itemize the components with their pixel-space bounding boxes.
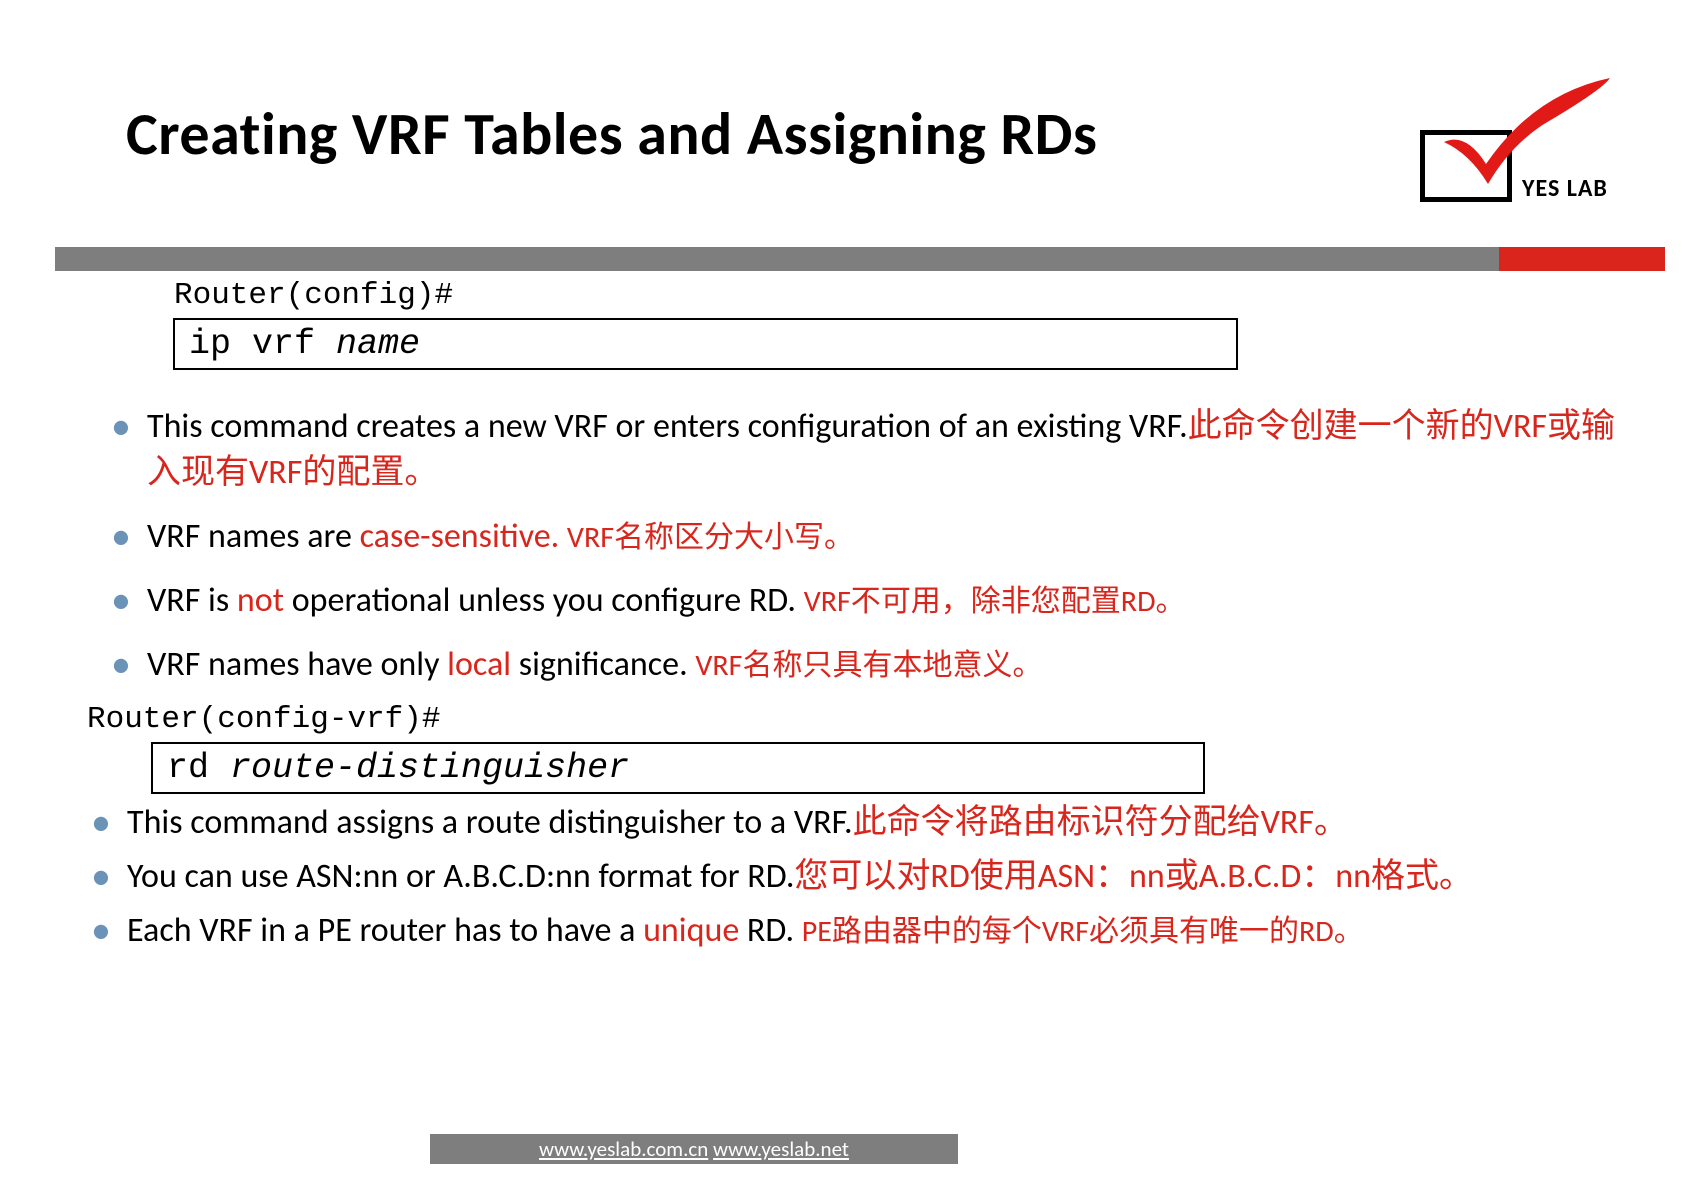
footer-bar: www.yeslab.com.cn www.yeslab.net <box>430 1134 958 1164</box>
cli-command-ip-vrf: ip vrf name <box>173 318 1238 370</box>
bullet-text-zh: VRF不可用，除非您配置RD。 <box>804 583 1186 620</box>
footer-link-2[interactable]: www.yeslab.net <box>713 1136 849 1162</box>
bullet-text-en: Each VRF in a PE router has to have a <box>127 910 643 951</box>
bullet-text-en: VRF names have only <box>147 644 447 685</box>
bullet-text-zh: VRF名称只具有本地意义。 <box>695 647 1042 684</box>
bullet-item: This command assigns a route distinguish… <box>85 800 1643 846</box>
logo: YES LAB <box>1380 84 1648 204</box>
bullet-text-red: unique <box>643 910 747 951</box>
cli-prompt-config-vrf: Router(config-vrf)# <box>87 702 440 737</box>
bullet-text-zh: PE路由器中的每个VRF必须具有唯一的RD。 <box>802 913 1364 950</box>
bullet-item: VRF names are case-sensitive. VRF名称区分大小写… <box>105 514 1623 560</box>
bullet-item: VRF names have only local significance. … <box>105 642 1623 688</box>
slide-title: Creating VRF Tables and Assigning RDs <box>126 98 1097 171</box>
bullet-item: VRF is not operational unless you config… <box>105 578 1623 624</box>
bullet-text-en: VRF names are <box>147 516 360 557</box>
cli-cmd-text: ip vrf <box>189 324 336 364</box>
bullet-text-red: local <box>447 644 511 685</box>
bullet-text-red: case-sensitive. <box>360 516 567 557</box>
cli-cmd-text: rd <box>167 748 230 788</box>
bullet-item: Each VRF in a PE router has to have a un… <box>85 908 1643 954</box>
bullet-item: This command creates a new VRF or enters… <box>105 404 1623 496</box>
footer-link-1[interactable]: www.yeslab.com.cn <box>539 1136 708 1162</box>
bullet-text-zh: 您可以对RD使用ASN：nn或A.B.C.D：nn格式。 <box>794 856 1473 897</box>
bullet-text-en: RD. <box>747 910 802 951</box>
bullet-text-red: not <box>237 580 284 621</box>
bullet-list-1: This command creates a new VRF or enters… <box>105 404 1623 705</box>
bullet-text-en: This command assigns a route distinguish… <box>127 802 853 843</box>
cli-cmd-arg: name <box>336 324 420 364</box>
logo-text: YES LAB <box>1522 174 1608 203</box>
cli-cmd-arg: route-distinguisher <box>230 748 629 788</box>
bullet-list-2: This command assigns a route distinguish… <box>85 800 1643 962</box>
slide: Creating VRF Tables and Assigning RDs YE… <box>0 0 1683 1190</box>
footer: www.yeslab.com.cn www.yeslab.net <box>0 1134 1683 1164</box>
bullet-text-zh: VRF名称区分大小写。 <box>567 519 854 556</box>
cli-command-rd: rd route-distinguisher <box>151 742 1205 794</box>
divider-bar-accent <box>1499 247 1665 271</box>
divider-bar <box>55 247 1665 271</box>
bullet-text-en: significance. <box>511 644 695 685</box>
bullet-text-en: This command creates a new VRF or enters… <box>147 406 1188 447</box>
bullet-text-en: VRF is <box>147 580 237 621</box>
bullet-text-en: You can use ASN:nn or A.B.C.D:nn format … <box>127 856 794 897</box>
bullet-text-en: operational unless you configure RD. <box>284 580 804 621</box>
cli-prompt-config: Router(config)# <box>174 278 453 313</box>
bullet-item: You can use ASN:nn or A.B.C.D:nn format … <box>85 854 1643 900</box>
bullet-text-zh: 此命令将路由标识符分配给VRF。 <box>853 802 1348 843</box>
